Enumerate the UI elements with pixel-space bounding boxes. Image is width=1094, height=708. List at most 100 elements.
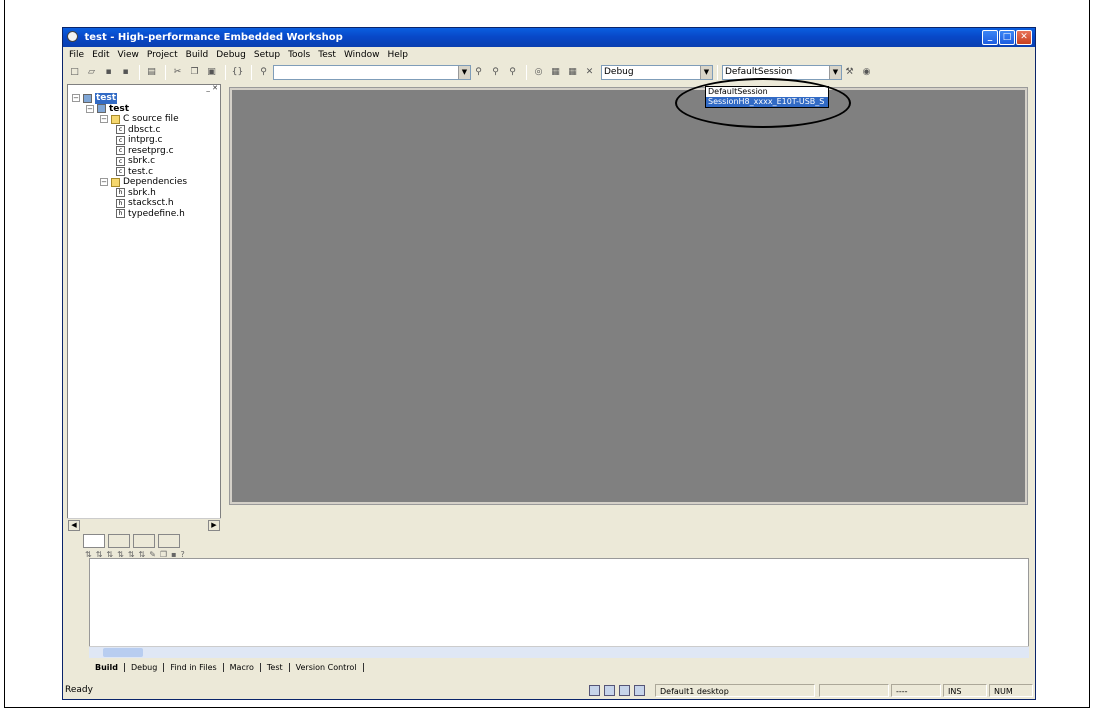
menu-test[interactable]: Test (314, 50, 340, 60)
find-prev-icon[interactable]: ⚲ (488, 65, 503, 80)
find-icon[interactable]: ⚲ (256, 65, 271, 80)
project-tree: − test − test − C source file c dbsct.c … (72, 93, 187, 219)
connect-icon[interactable]: ⚒ (842, 65, 857, 80)
paste-icon[interactable]: ▣ (204, 65, 219, 80)
c-file-icon: c (116, 146, 125, 156)
h-file-icon: h (116, 188, 125, 198)
find-in-files-icon[interactable]: ⚲ (505, 65, 520, 80)
workspace-icon (83, 93, 92, 103)
session-select[interactable]: DefaultSession ▼ (722, 64, 842, 80)
chevron-down-icon[interactable]: ▼ (829, 65, 841, 79)
tree-project[interactable]: − test (72, 104, 187, 115)
chevron-down-icon[interactable]: ▼ (700, 65, 712, 79)
chevron-down-icon[interactable]: ▼ (458, 65, 470, 79)
toolbar-separator (717, 64, 718, 80)
match-brace-icon[interactable]: {} (230, 65, 245, 80)
tree-file[interactable]: c dbsct.c (72, 125, 187, 136)
save-all-icon[interactable]: ▪ (118, 65, 133, 80)
h-file-icon: h (116, 198, 125, 208)
scroll-thumb[interactable] (103, 648, 143, 657)
menu-bar: File Edit View Project Build Debug Setup… (63, 47, 1035, 62)
folder-icon (111, 177, 120, 187)
collapse-icon[interactable]: − (86, 104, 94, 113)
desktop-icon[interactable] (619, 685, 630, 696)
help-icon[interactable]: ◉ (859, 65, 874, 80)
c-file-icon: c (116, 156, 125, 166)
tree-folder[interactable]: − C source file (72, 114, 187, 125)
menu-tools[interactable]: Tools (284, 50, 314, 60)
tab-find-in-files[interactable]: Find in Files (164, 663, 224, 672)
c-file-icon: c (116, 167, 125, 177)
menu-edit[interactable]: Edit (88, 50, 113, 60)
title-bar: test - High-performance Embedded Worksho… (63, 28, 1035, 47)
tree-file[interactable]: h typedefine.h (72, 209, 187, 220)
folder-icon (111, 114, 120, 124)
menu-view[interactable]: View (114, 50, 143, 60)
tab-debug[interactable]: Debug (125, 663, 165, 672)
tab-build[interactable]: Build (89, 663, 126, 672)
copy-icon[interactable]: ❐ (187, 65, 202, 80)
toolbar-separator (251, 64, 252, 80)
tree-file[interactable]: h stacksct.h (72, 198, 187, 209)
mdi-client-area[interactable] (229, 87, 1028, 505)
collapse-icon[interactable]: − (100, 115, 108, 124)
output-window[interactable] (89, 558, 1029, 658)
cut-icon[interactable]: ✂ (170, 65, 185, 80)
save-icon[interactable]: ▪ (101, 65, 116, 80)
tree-folder[interactable]: − Dependencies (72, 177, 187, 188)
scroll-right-icon[interactable]: ▶ (208, 520, 220, 531)
new-file-icon[interactable]: □ (67, 65, 82, 80)
tree-file[interactable]: c sbrk.c (72, 156, 187, 167)
c-file-icon: c (116, 135, 125, 145)
build-all-icon[interactable]: ▦ (565, 65, 580, 80)
output-hscrollbar[interactable] (89, 646, 1029, 658)
tree-file[interactable]: c resetprg.c (72, 146, 187, 157)
status-bar: Ready Default1 desktop ---- INS NUM (63, 682, 1035, 699)
main-toolbar: □ ▱ ▪ ▪ ▤ ✂ ❐ ▣ {} ⚲ ▼ ⚲ ⚲ ⚲ ◎ ▦ ▦ ✕ Deb… (63, 62, 1035, 82)
highlight-ellipse (675, 78, 851, 128)
tree-file[interactable]: c test.c (72, 167, 187, 178)
build-config-value: Debug (604, 66, 634, 77)
tab-macro[interactable]: Macro (224, 663, 261, 672)
find-combo[interactable]: ▼ (273, 64, 471, 80)
find-next-icon[interactable]: ⚲ (471, 65, 486, 80)
desktop-icon[interactable] (604, 685, 615, 696)
scroll-left-icon[interactable]: ◀ (68, 520, 80, 531)
toolbar-separator (139, 64, 140, 80)
num-indicator: NUM (989, 684, 1033, 697)
workspace-hscrollbar[interactable]: ◀ ▶ (67, 518, 221, 531)
collapse-icon[interactable]: − (100, 178, 108, 187)
menu-file[interactable]: File (65, 50, 88, 60)
menu-help[interactable]: Help (383, 50, 412, 60)
hew-window: test - High-performance Embedded Worksho… (62, 27, 1036, 700)
desktop-icon[interactable] (589, 685, 600, 696)
menu-setup[interactable]: Setup (250, 50, 284, 60)
cursor-position: ---- (891, 684, 941, 697)
build-icon[interactable]: ▦ (548, 65, 563, 80)
menu-project[interactable]: Project (143, 50, 182, 60)
tab-test[interactable]: Test (261, 663, 290, 672)
tab-version-control[interactable]: Version Control (290, 663, 364, 672)
tree-file[interactable]: h sbrk.h (72, 188, 187, 199)
toolbar-separator (225, 64, 226, 80)
workspace-close-icon[interactable]: _ ✕ (206, 84, 218, 92)
status-text: Ready (65, 685, 93, 695)
project-icon (97, 104, 106, 114)
stop-build-icon[interactable]: ✕ (582, 65, 597, 80)
minimize-button[interactable]: _ (982, 30, 998, 45)
compile-icon[interactable]: ◎ (531, 65, 546, 80)
h-file-icon: h (116, 209, 125, 219)
toolbar-separator (165, 64, 166, 80)
tree-file[interactable]: c intprg.c (72, 135, 187, 146)
open-folder-icon[interactable]: ▱ (84, 65, 99, 80)
close-button[interactable]: ✕ (1016, 30, 1032, 45)
menu-build[interactable]: Build (182, 50, 213, 60)
collapse-icon[interactable]: − (72, 94, 80, 103)
build-config-select[interactable]: Debug ▼ (601, 64, 713, 80)
maximize-button[interactable]: □ (999, 30, 1015, 45)
print-icon[interactable]: ▤ (144, 65, 159, 80)
tree-workspace-root[interactable]: − test (72, 93, 187, 104)
menu-debug[interactable]: Debug (212, 50, 250, 60)
desktop-icon[interactable] (634, 685, 645, 696)
menu-window[interactable]: Window (340, 50, 384, 60)
